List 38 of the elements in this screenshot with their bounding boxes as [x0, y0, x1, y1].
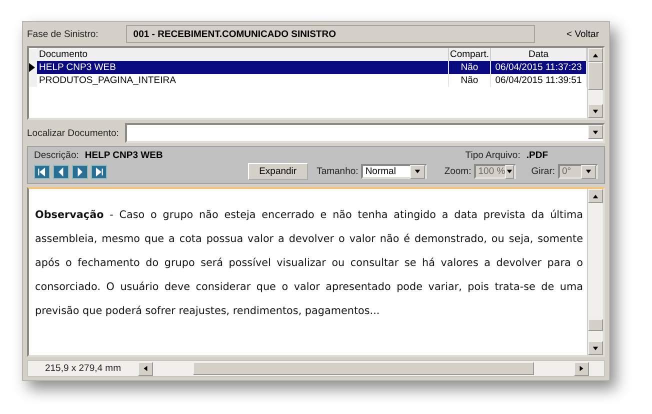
table-cell[interactable]: 06/04/2015 11:37:23 — [491, 61, 587, 74]
table-cell[interactable]: HELP CNP3 WEB — [37, 61, 449, 74]
file-type-label: Tipo Arquivo: — [465, 150, 520, 161]
zoom-label: Zoom: — [444, 166, 472, 177]
page-size-text: 215,9 x 279,4 mm — [44, 363, 122, 374]
scroll-down-icon[interactable] — [592, 344, 599, 352]
scroll-left-icon[interactable] — [142, 365, 149, 372]
phase-label: Fase de Sinistro: — [27, 28, 98, 40]
first-page-icon[interactable] — [34, 164, 50, 178]
table-cell[interactable]: Não — [449, 61, 491, 74]
file-type-value: .PDF — [526, 150, 548, 161]
back-link[interactable]: < Voltar — [566, 28, 599, 40]
column-header[interactable]: Data — [491, 48, 587, 62]
expand-button[interactable]: Expandir — [248, 163, 308, 180]
scroll-thumb[interactable] — [588, 62, 603, 90]
scroll-down-icon[interactable] — [592, 108, 599, 114]
rotate-label: Girar: — [531, 166, 555, 177]
description-value: HELP CNP3 WEB — [84, 150, 163, 161]
next-page-icon[interactable] — [72, 164, 88, 178]
search-field[interactable] — [124, 123, 605, 143]
last-page-icon[interactable] — [91, 164, 107, 178]
document-paragraph: Observação - Caso o grupo não esteja encerrado e não tenha atingido a data prevista da última assembleia, mesmo que a cota possua valor a devolver o valor não é demonstrado, ou seja, somente após o fechamento do grupo será possível visualizar ou consultar se há valores a devolver para o consorciado. O usuário deve considerar que o valor apresentado pode variar, pois trata-se de uma previsão que poderá sofrer reajustes, rendimentos, pagamentos... — [34, 208, 584, 319]
dropdown-icon[interactable] — [592, 128, 599, 136]
column-header[interactable]: Documento — [37, 48, 449, 62]
scroll-up-icon[interactable] — [592, 192, 599, 200]
description-label: Descrição: — [34, 150, 79, 161]
search-label: Localizar Documento: — [27, 128, 119, 138]
scroll-thumb[interactable] — [193, 362, 534, 375]
size-select[interactable]: Normal — [361, 164, 428, 179]
previous-page-icon[interactable] — [53, 164, 69, 178]
scroll-right-icon[interactable] — [578, 365, 585, 372]
scroll-thumb[interactable] — [588, 319, 603, 331]
scroll-up-icon[interactable] — [592, 52, 599, 58]
phase-field: 001 - RECEBIMENT.COMUNICADO SINISTRO — [126, 25, 535, 43]
dropdown-icon[interactable] — [414, 168, 422, 175]
column-header[interactable]: Compart. — [449, 48, 491, 62]
table-cell[interactable]: PRODUTOS_PAGINA_INTEIRA — [37, 74, 449, 87]
size-label: Tamanho: — [316, 166, 358, 177]
